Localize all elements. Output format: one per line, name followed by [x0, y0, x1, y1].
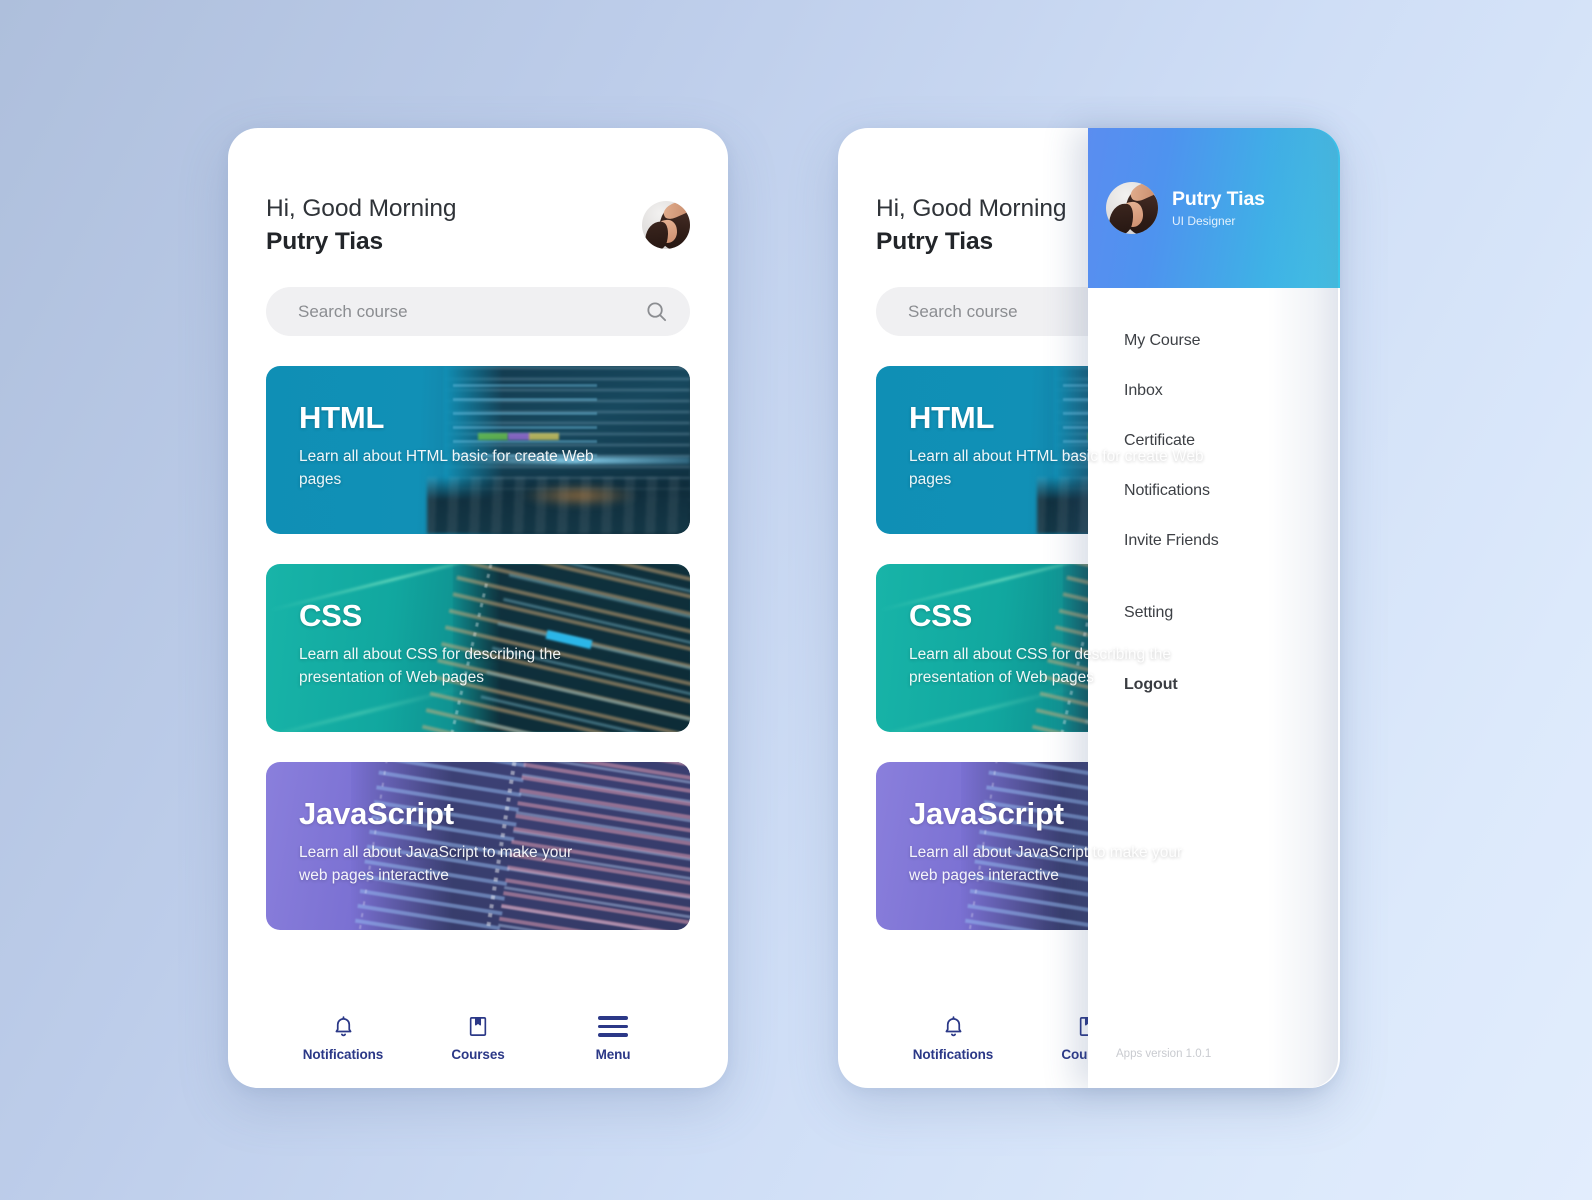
drawer-profile-header[interactable]: Putry Tias UI Designer — [1088, 128, 1340, 288]
course-description: Learn all about CSS for describing the p… — [299, 646, 561, 686]
screen-content: Hi, Good Morning Putry Tias Search cours… — [228, 128, 728, 1088]
canvas: Hi, Good Morning Putry Tias Search cours… — [0, 0, 1592, 1200]
bell-icon — [942, 1013, 965, 1040]
course-description: Learn all about JavaScript to make your … — [299, 844, 573, 884]
phone-screen-home: Hi, Good Morning Putry Tias Search cours… — [228, 128, 728, 1088]
nav-label: Notifications — [912, 1047, 994, 1062]
search-placeholder: Search course — [298, 301, 408, 321]
course-title: JavaScript — [299, 796, 454, 832]
course-description: Learn all about HTML basic for create We… — [909, 448, 1204, 488]
course-title: JavaScript — [909, 796, 1064, 832]
drawer-item-my-course[interactable]: My Course — [1124, 316, 1340, 366]
course-title: CSS — [299, 598, 363, 634]
nav-label: Notifications — [302, 1047, 384, 1062]
avatar[interactable] — [642, 201, 690, 250]
greeting-text: Hi, Good Morning — [266, 195, 457, 222]
search-icon[interactable] — [645, 300, 668, 323]
bottom-navigation: Notifications Courses Menu — [266, 1013, 690, 1062]
course-description: Learn all about HTML basic for create We… — [299, 448, 594, 488]
course-title: CSS — [909, 598, 973, 634]
course-description: Learn all about CSS for describing the p… — [909, 646, 1171, 686]
book-bookmark-icon — [467, 1013, 489, 1040]
course-card-javascript[interactable]: JavaScript Learn all about JavaScript to… — [266, 762, 690, 931]
bell-icon — [332, 1013, 355, 1040]
drawer-item-invite-friends[interactable]: Invite Friends — [1124, 516, 1340, 566]
hamburger-menu-icon — [598, 1013, 628, 1040]
course-card-html[interactable]: HTML Learn all about HTML basic for crea… — [266, 366, 690, 535]
nav-item-notifications[interactable]: Notifications — [288, 1013, 398, 1062]
drawer-user-role: UI Designer — [1172, 214, 1236, 228]
greeting-block: Hi, Good Morning Putry Tias — [876, 192, 1067, 258]
user-name: Putry Tias — [876, 228, 994, 256]
app-version-label: Apps version 1.0.1 — [1116, 1048, 1212, 1060]
course-list: HTML Learn all about HTML basic for crea… — [876, 366, 1300, 931]
app-header: Hi, Good Morning Putry Tias — [266, 128, 690, 258]
greeting-block: Hi, Good Morning Putry Tias — [266, 192, 457, 258]
drawer-profile-text: Putry Tias UI Designer — [1172, 188, 1265, 228]
course-card-css[interactable]: CSS Learn all about CSS for describing t… — [266, 564, 690, 733]
nav-label: Menu — [595, 1047, 631, 1062]
greeting-text: Hi, Good Morning — [876, 195, 1067, 222]
drawer-avatar[interactable] — [1106, 182, 1158, 234]
nav-item-courses[interactable]: Courses — [423, 1013, 533, 1062]
nav-label: Courses — [451, 1047, 505, 1062]
drawer-user-name: Putry Tias — [1172, 188, 1265, 210]
user-name: Putry Tias — [266, 228, 384, 256]
nav-item-menu[interactable]: Menu — [558, 1013, 668, 1062]
course-title: HTML — [909, 400, 995, 436]
course-description: Learn all about JavaScript to make your … — [909, 844, 1183, 884]
course-list: HTML Learn all about HTML basic for crea… — [266, 366, 690, 931]
course-title: HTML — [299, 400, 385, 436]
nav-item-notifications[interactable]: Notifications — [898, 1013, 1008, 1062]
search-input[interactable]: Search course — [266, 287, 690, 337]
